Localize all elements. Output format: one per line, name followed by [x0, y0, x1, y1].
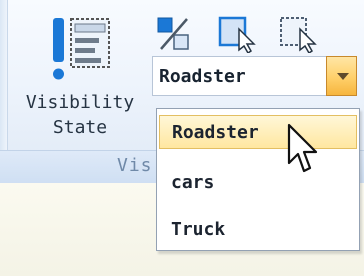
chevron-down-icon[interactable] — [326, 56, 357, 96]
visibility-state-combo[interactable]: Roadster — [152, 56, 357, 96]
ribbon-group-label: Vis — [117, 155, 153, 176]
dropdown-item-roadster[interactable]: Roadster — [159, 115, 357, 149]
visibility-state-icon[interactable] — [53, 18, 111, 84]
dropdown-item-truck[interactable]: Truck — [159, 213, 357, 247]
pointer-cursor-icon[interactable] — [278, 15, 317, 55]
dropdown-item-cars[interactable]: cars — [159, 166, 357, 200]
visibility-state-label[interactable]: Visibility State — [14, 90, 146, 140]
percent-table-icon[interactable] — [156, 15, 192, 53]
combo-selected-value: Roadster — [159, 66, 246, 87]
mouse-cursor-icon — [285, 123, 319, 177]
select-cursor-icon[interactable] — [217, 15, 256, 55]
visibility-state-dropdown[interactable]: Roadster cars Truck — [156, 108, 360, 251]
